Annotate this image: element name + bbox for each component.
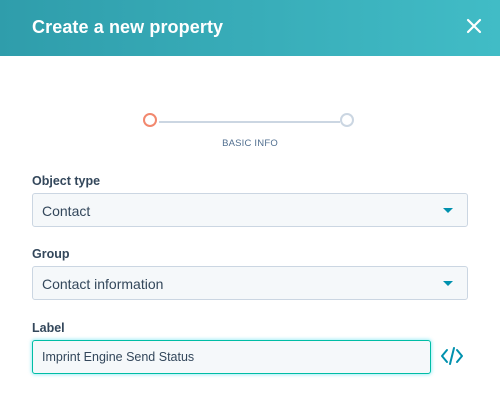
group-value: Contact information <box>42 276 164 292</box>
step-next-dot <box>340 113 354 127</box>
close-button[interactable] <box>462 14 486 38</box>
object-type-value: Contact <box>42 203 91 219</box>
close-icon <box>466 18 482 34</box>
object-type-select[interactable]: Contact <box>32 193 468 227</box>
insert-code-button[interactable] <box>440 345 464 367</box>
group-select[interactable]: Contact information <box>32 266 468 300</box>
label-input[interactable] <box>32 340 431 374</box>
code-icon <box>441 347 463 365</box>
step-basic-info-label: BASIC INFO <box>222 138 278 149</box>
modal-title: Create a new property <box>32 17 224 37</box>
label-field-label: Label <box>32 321 65 335</box>
modal-header: Create a new property <box>0 0 500 56</box>
object-type-label: Object type <box>32 174 101 188</box>
stepper-line <box>159 121 340 123</box>
step-basic-info-dot <box>143 113 157 127</box>
chevron-down-icon <box>443 281 453 286</box>
progress-stepper: BASIC INFO <box>0 110 500 155</box>
chevron-down-icon <box>443 208 453 213</box>
group-label: Group <box>32 247 70 261</box>
